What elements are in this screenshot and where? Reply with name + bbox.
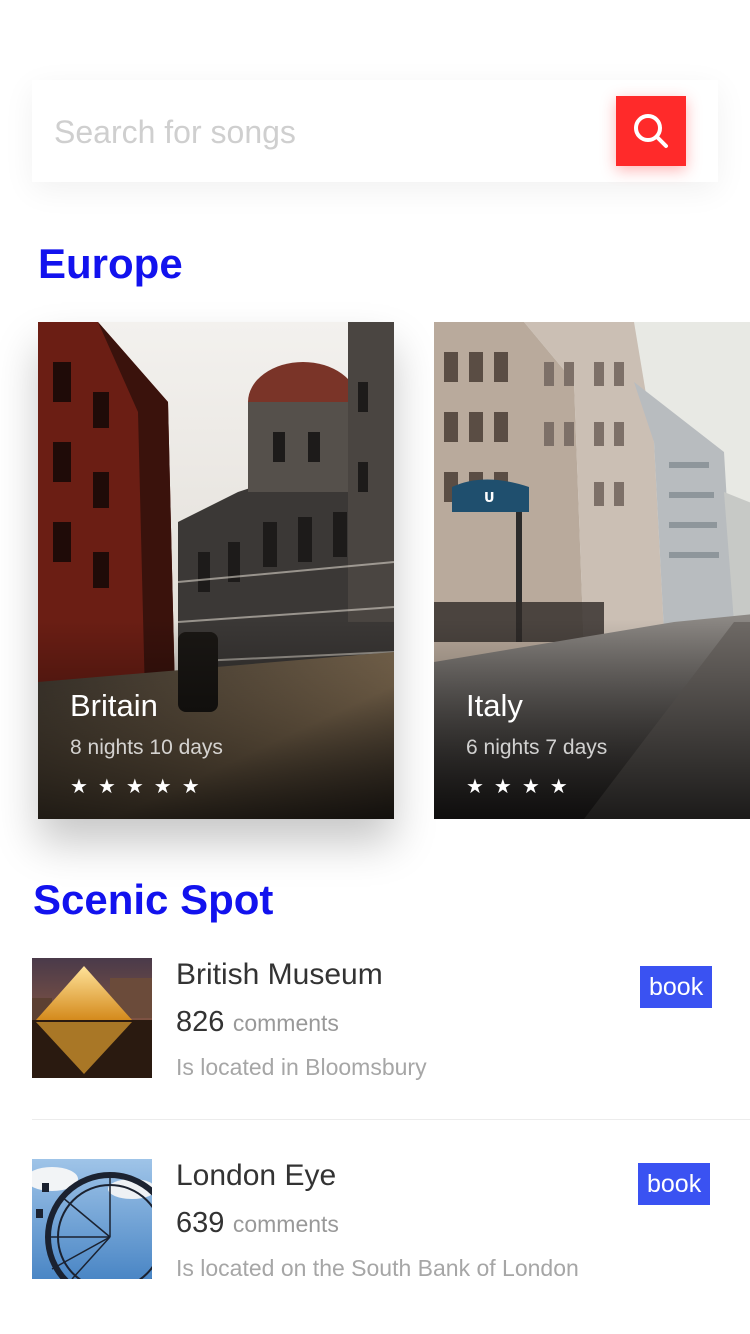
svg-text:U: U [484,491,495,506]
spot-list-item[interactable]: London Eye 639 comments Is located on th… [32,1159,750,1281]
spot-name: London Eye [176,1159,337,1192]
comments-label: comments [232,1211,339,1237]
spot-list-item[interactable]: British Museum 826 comments Is located i… [32,958,750,1080]
book-button[interactable]: book [640,966,713,1008]
spot-location: Is located in Bloomsbury [176,1054,427,1080]
book-button[interactable]: book [638,1163,711,1205]
search-icon [634,114,668,148]
section-title-europe: Europe [38,240,183,287]
comments-count: 826 [176,1006,225,1038]
rating-stars: ★★★★ [466,776,578,798]
rating-stars: ★★★★★ [70,776,210,798]
section-title-scenic-spot: Scenic Spot [33,876,274,923]
destination-duration: 6 nights 7 days [466,736,608,759]
spot-stats: 826 comments [176,1006,339,1039]
destination-card-italy[interactable]: U Italy 6 nights 7 days ★★★★ [434,322,750,819]
comments-label: comments [232,1010,339,1036]
spot-thumbnail [32,958,152,1078]
destination-name: Britain [70,688,158,723]
spot-name: British Museum [176,958,383,991]
spot-thumbnail [32,1159,152,1279]
list-divider [32,1119,750,1120]
search-bar [32,80,718,182]
destination-card-britain[interactable]: Britain 8 nights 10 days ★★★★★ [38,322,394,819]
destination-name: Italy [466,688,523,723]
spot-location: Is located on the South Bank of London [176,1255,579,1281]
comments-count: 639 [176,1207,225,1239]
spot-stats: 639 comments [176,1207,339,1240]
search-button[interactable] [616,96,686,166]
search-input[interactable] [52,106,596,158]
destination-duration: 8 nights 10 days [70,736,223,759]
